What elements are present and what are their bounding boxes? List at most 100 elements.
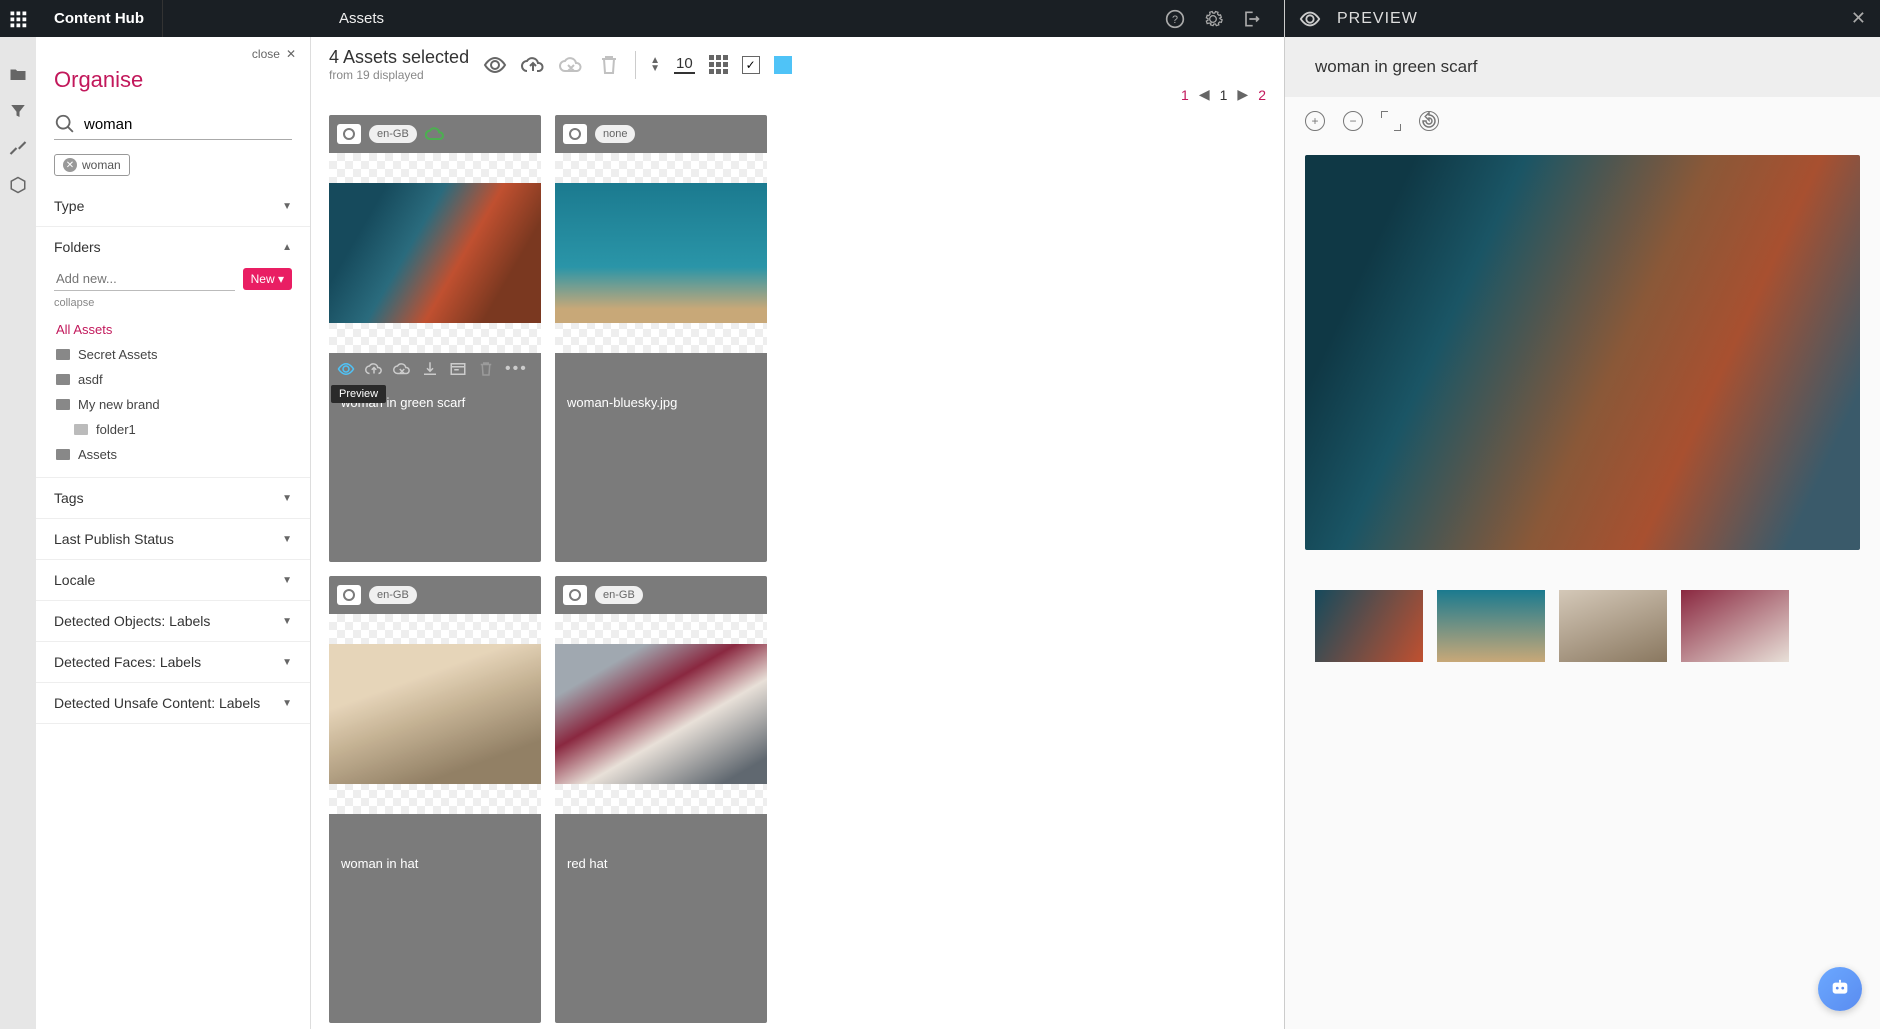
asset-grid: en-GB ••• Preview woman in green scarf <box>311 109 1284 1029</box>
fullscreen-icon[interactable] <box>1381 111 1401 131</box>
facet-detected-unsafe[interactable]: Detected Unsafe Content: Labels▼ <box>36 683 310 723</box>
page-2[interactable]: 2 <box>1258 87 1266 103</box>
card-upload-icon[interactable] <box>365 360 383 378</box>
briefcase-icon <box>56 349 70 360</box>
preview-heading: PREVIEW <box>1337 10 1418 28</box>
facet-locale[interactable]: Locale▼ <box>36 560 310 600</box>
camera-icon <box>337 585 361 605</box>
card-download-icon[interactable] <box>421 360 439 378</box>
chip-remove-icon[interactable]: ✕ <box>63 158 77 172</box>
page-next-icon[interactable]: ▶ <box>1237 86 1248 103</box>
select-all-icon[interactable] <box>774 56 792 74</box>
page-title: Assets <box>325 10 755 27</box>
briefcase-icon <box>56 399 70 410</box>
card-cloud-x-icon[interactable] <box>393 360 411 378</box>
card-preview-icon[interactable] <box>337 360 355 378</box>
folder-icon <box>74 424 88 435</box>
thumb[interactable] <box>1437 590 1545 662</box>
svg-text:?: ? <box>1172 14 1178 26</box>
brand-label: Content Hub <box>36 0 163 37</box>
facet-last-publish[interactable]: Last Publish Status▼ <box>36 519 310 559</box>
zoom-out-icon[interactable]: − <box>1343 111 1363 131</box>
close-sidebar[interactable]: close ✕ <box>36 37 310 61</box>
thumb[interactable] <box>1681 590 1789 662</box>
nav-rail <box>0 0 36 1029</box>
sort-toggle[interactable]: ▲▼ <box>650 57 660 73</box>
briefcase-icon <box>56 374 70 385</box>
folder-item[interactable]: asdf <box>54 367 292 392</box>
asset-toolbar: 4 Assets selected from 19 displayed ▲▼ 1… <box>311 37 1284 86</box>
search-row <box>54 109 292 140</box>
cloud-delete-icon[interactable] <box>559 53 583 77</box>
grid-view-icon[interactable] <box>709 55 728 74</box>
facet-type[interactable]: Type▼ <box>36 186 310 226</box>
rail-filter-icon[interactable] <box>0 92 36 129</box>
page-current: 1 <box>1220 87 1228 103</box>
briefcase-icon <box>56 449 70 460</box>
card-title: woman-bluesky.jpg <box>555 385 767 424</box>
upload-icon[interactable] <box>521 53 545 77</box>
search-input[interactable] <box>84 116 292 133</box>
page-prev-icon[interactable]: ◀ <box>1199 86 1210 103</box>
preview-tooltip: Preview <box>331 385 386 403</box>
folder-item[interactable]: Secret Assets <box>54 342 292 367</box>
collapse-link[interactable]: collapse <box>54 297 292 309</box>
thumb[interactable] <box>1559 590 1667 662</box>
preview-image <box>1305 155 1860 550</box>
asset-card[interactable]: en-GB ••• Preview woman in green scarf <box>329 115 541 562</box>
close-icon: ✕ <box>286 47 296 61</box>
select-mode-icon[interactable]: ✓ <box>742 56 760 74</box>
facet-detected-objects[interactable]: Detected Objects: Labels▼ <box>36 601 310 641</box>
main-header: Assets ? <box>311 0 1284 37</box>
facet-tags[interactable]: Tags▼ <box>36 478 310 518</box>
camera-icon <box>563 124 587 144</box>
facet-folders[interactable]: Folders▲ <box>36 227 310 267</box>
reset-icon[interactable] <box>1419 111 1439 131</box>
chat-fab[interactable] <box>1818 967 1862 1011</box>
camera-icon <box>337 124 361 144</box>
thumb[interactable] <box>1315 590 1423 662</box>
folder-sub-item[interactable]: folder1 <box>54 417 292 442</box>
new-folder-button[interactable]: New ▾ <box>243 268 292 290</box>
logout-icon[interactable] <box>1241 9 1261 29</box>
page-1[interactable]: 1 <box>1181 87 1189 103</box>
gear-icon[interactable] <box>1203 9 1223 29</box>
card-title: woman in hat <box>329 846 541 885</box>
folder-item[interactable]: Assets <box>54 442 292 467</box>
selection-count: 4 Assets selected <box>329 47 469 68</box>
preview-icon[interactable] <box>483 53 507 77</box>
folder-all-assets[interactable]: All Assets <box>54 317 292 342</box>
help-icon[interactable]: ? <box>1165 9 1185 29</box>
card-trash-icon[interactable] <box>477 360 495 378</box>
preview-tools: + − <box>1285 97 1880 145</box>
cloud-synced-icon <box>425 127 445 141</box>
folder-item[interactable]: My new brand <box>54 392 292 417</box>
asset-card[interactable]: none woman-bluesky.jpg <box>555 115 767 562</box>
card-title: red hat <box>555 846 767 885</box>
preview-asset-title: woman in green scarf <box>1285 37 1880 97</box>
asset-card[interactable]: en-GB red hat <box>555 576 767 1023</box>
rail-package-icon[interactable] <box>0 166 36 203</box>
locale-badge: en-GB <box>369 586 417 604</box>
search-chip[interactable]: ✕woman <box>54 154 130 176</box>
page-size[interactable]: 10 <box>674 55 695 74</box>
card-more-icon[interactable]: ••• <box>505 360 528 378</box>
add-folder-input[interactable] <box>54 267 235 291</box>
displayed-count: from 19 displayed <box>329 68 469 82</box>
camera-icon <box>563 585 587 605</box>
zoom-in-icon[interactable]: + <box>1305 111 1325 131</box>
trash-icon[interactable] <box>597 53 621 77</box>
close-preview-icon[interactable]: ✕ <box>1851 8 1866 29</box>
card-properties-icon[interactable] <box>449 360 467 378</box>
brand-header: Content Hub <box>36 0 311 37</box>
facet-detected-faces[interactable]: Detected Faces: Labels▼ <box>36 642 310 682</box>
locale-badge: en-GB <box>595 586 643 604</box>
pager: 1 ◀ 1 ▶ 2 <box>311 86 1284 109</box>
rail-folder-icon[interactable] <box>0 55 36 92</box>
locale-badge: none <box>595 125 635 143</box>
rail-apps-icon[interactable] <box>0 0 36 37</box>
asset-card[interactable]: en-GB woman in hat <box>329 576 541 1023</box>
locale-badge: en-GB <box>369 125 417 143</box>
card-actions: ••• Preview <box>329 353 541 385</box>
rail-tools-icon[interactable] <box>0 129 36 166</box>
